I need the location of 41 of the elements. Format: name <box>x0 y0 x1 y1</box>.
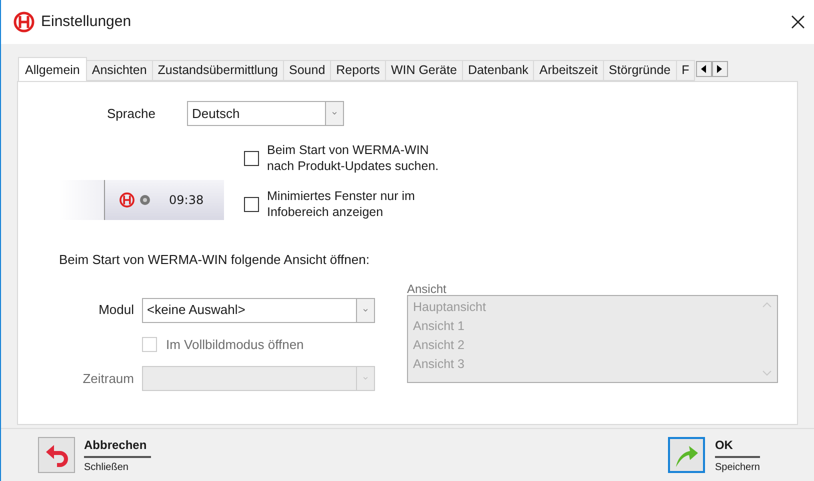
tab[interactable]: Zustandsübermittlung <box>152 60 284 81</box>
close-icon[interactable] <box>790 14 806 30</box>
checkbox[interactable] <box>244 196 259 212</box>
right-arrow-icon <box>717 65 724 73</box>
ok-button[interactable] <box>668 437 705 473</box>
language-dropdown[interactable]: Deutsch <box>187 101 344 126</box>
tab[interactable]: F <box>676 60 696 81</box>
cancel-label[interactable]: Abbrechen <box>84 436 151 458</box>
app-logo-icon <box>119 192 135 208</box>
tab[interactable]: Datenbank <box>462 60 534 81</box>
tab[interactable]: Sound <box>283 60 332 81</box>
scroll-right-button[interactable] <box>712 61 728 77</box>
module-dropdown[interactable]: <keine Auswahl> <box>142 298 375 322</box>
ok-label[interactable]: OK <box>714 436 760 458</box>
tab[interactable]: Allgemein <box>18 57 87 82</box>
tab[interactable]: Störgründe <box>602 60 677 81</box>
tab[interactable]: Ansichten <box>86 60 153 81</box>
tab[interactable]: Reports <box>330 60 386 81</box>
scroll-left-button[interactable] <box>696 61 712 77</box>
chevron-down-icon <box>325 102 343 125</box>
language-label: Sprache <box>107 104 156 123</box>
fullscreen-label: Im Vollbildmodus öffnen <box>166 336 304 354</box>
tab[interactable]: Arbeitszeit <box>533 60 604 81</box>
views-label: Ansicht <box>407 280 448 294</box>
clock-time: 09:38 <box>169 192 204 209</box>
option-label: Minimiertes Fenster nur im Infobereich anzeigen <box>267 188 416 220</box>
period-label: Zeitraum <box>82 370 135 388</box>
left-arrow-icon <box>701 65 708 73</box>
app-logo-icon <box>13 11 35 33</box>
checkbox[interactable] <box>244 150 259 166</box>
save-sublabel: Speichern <box>714 460 760 474</box>
section-heading: Beim Start von WERMA-WIN folgende Ansicht öffnen: <box>59 251 370 269</box>
close-sublabel: Schließen <box>84 460 130 474</box>
window-title: Einstellungen <box>41 12 132 32</box>
speaker-icon <box>139 193 153 207</box>
cancel-button[interactable] <box>38 437 75 473</box>
module-label: Modul <box>98 301 135 320</box>
option-label: Beim Start von WERMA-WIN nach Produkt-Updates suchen. <box>267 142 440 174</box>
chevron-down-icon <box>356 298 374 322</box>
undo-arrow-icon <box>44 442 70 468</box>
tab[interactable]: WIN Geräte <box>384 60 463 81</box>
